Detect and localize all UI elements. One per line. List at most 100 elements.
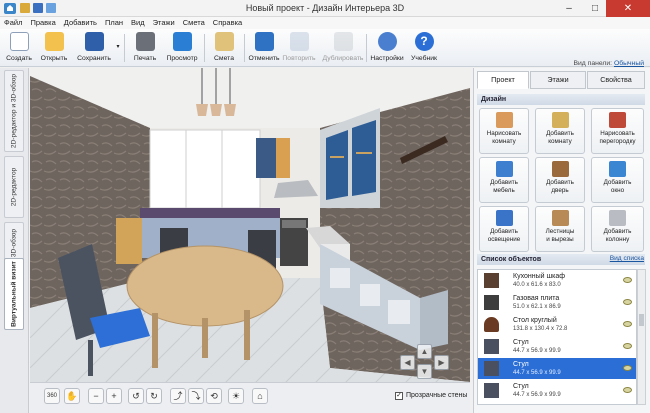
- add-lighting-button[interactable]: Добавить освещение: [479, 206, 529, 252]
- estimate-icon: [214, 32, 234, 51]
- rotate-left-icon[interactable]: ↺: [128, 388, 144, 404]
- save-button[interactable]: Сохранить: [74, 31, 114, 65]
- menu-floors[interactable]: Этажи: [149, 17, 179, 29]
- door-icon: [551, 161, 569, 177]
- nav-left-icon[interactable]: ◀: [400, 355, 415, 370]
- gear-icon: [377, 32, 397, 51]
- main-toolbar: Создать Открыть Сохранить ▾ Печать Просм…: [0, 29, 650, 67]
- menu-help[interactable]: Справка: [209, 17, 246, 29]
- list-view-toggle[interactable]: Вид списка: [610, 255, 644, 262]
- home-view-icon[interactable]: ⌂: [252, 388, 268, 404]
- visibility-eye-icon[interactable]: [623, 365, 632, 371]
- list-item[interactable]: Кухонный шкаф 40.0 x 61.6 x 83.0: [478, 270, 636, 291]
- visibility-eye-icon[interactable]: [623, 321, 632, 327]
- tilt-up-icon[interactable]: ⤴: [170, 388, 186, 404]
- list-item-selected[interactable]: Стул 44.7 x 56.9 x 99.9: [478, 358, 636, 379]
- redo-button[interactable]: Повторить: [282, 31, 316, 65]
- tab-2d-and-3d[interactable]: 2D-редактор и 3D-обзор: [4, 70, 24, 152]
- objects-list[interactable]: Кухонный шкаф 40.0 x 61.6 x 83.0 Газовая…: [477, 269, 637, 405]
- stairs-cutouts-button[interactable]: Лестницы и вырезы: [535, 206, 585, 252]
- toolbar-separator: [244, 34, 245, 62]
- list-item[interactable]: Газовая плита 51.0 x 62.1 x 86.9: [478, 292, 636, 313]
- panel-view-value[interactable]: Обычный: [614, 60, 644, 67]
- room-render: [30, 68, 470, 382]
- menu-plan[interactable]: План: [101, 17, 127, 29]
- monitor-icon: [172, 32, 192, 51]
- nav-up-icon[interactable]: ▲: [417, 344, 432, 359]
- duplicate-icon: [333, 32, 353, 51]
- menu-edit[interactable]: Правка: [26, 17, 59, 29]
- chair-icon: [495, 161, 513, 177]
- title-bar: Новый проект - Дизайн Интерьера 3D – □ ✕: [0, 0, 650, 17]
- open-button[interactable]: Открыть: [38, 31, 70, 65]
- tab-virtual-visit[interactable]: Виртуальный визит: [4, 258, 24, 330]
- table-thumbnail-icon: [484, 317, 499, 332]
- stove-thumbnail-icon: [484, 295, 499, 310]
- chair-thumbnail-icon: [484, 361, 499, 376]
- visibility-eye-icon[interactable]: [623, 343, 632, 349]
- menu-view[interactable]: Вид: [127, 17, 149, 29]
- add-column-button[interactable]: Добавить колонну: [591, 206, 644, 252]
- objects-scrollbar[interactable]: [637, 269, 646, 405]
- draw-partition-button[interactable]: Нарисовать перегородку: [591, 108, 644, 154]
- menu-file[interactable]: Файл: [0, 17, 26, 29]
- add-room-icon: [551, 112, 569, 128]
- draw-room-button[interactable]: Нарисовать комнату: [479, 108, 529, 154]
- lamp-icon: [495, 210, 513, 226]
- view-360-button[interactable]: 360: [44, 388, 60, 404]
- menu-estimate[interactable]: Смета: [179, 17, 209, 29]
- add-room-button[interactable]: Добавить комнату: [535, 108, 585, 154]
- undo-icon: [254, 32, 274, 51]
- undo-button[interactable]: Отменить: [248, 31, 280, 65]
- toolbar-separator: [124, 34, 125, 62]
- duplicate-button[interactable]: Дублировать: [322, 31, 364, 65]
- 3d-viewport[interactable]: ▲ ◀ ▶ ▼: [30, 68, 470, 382]
- scrollbar-thumb[interactable]: [639, 314, 644, 326]
- printer-icon: [135, 32, 155, 51]
- tab-properties[interactable]: Свойства: [587, 71, 645, 89]
- add-door-button[interactable]: Добавить дверь: [535, 157, 585, 203]
- tilt-down-icon[interactable]: ⤵: [188, 388, 204, 404]
- add-furniture-button[interactable]: Добавить мебель: [479, 157, 529, 203]
- nav-right-icon[interactable]: ▶: [434, 355, 449, 370]
- cabinet-thumbnail-icon: [484, 273, 499, 288]
- chair-thumbnail-icon: [484, 339, 499, 354]
- settings-button[interactable]: Настройки: [370, 31, 404, 65]
- visibility-eye-icon[interactable]: [623, 299, 632, 305]
- toolbar-separator: [204, 34, 205, 62]
- visibility-eye-icon[interactable]: [623, 277, 632, 283]
- list-item[interactable]: Стол круглый 131.8 x 130.4 x 72.8: [478, 314, 636, 335]
- list-item[interactable]: Стул 44.7 x 56.9 x 99.9: [478, 380, 636, 401]
- close-button[interactable]: ✕: [606, 0, 650, 17]
- maximize-button[interactable]: □: [582, 0, 608, 17]
- nav-down-icon[interactable]: ▼: [417, 364, 432, 379]
- window-title: Новый проект - Дизайн Интерьера 3D: [245, 3, 405, 13]
- tab-floors[interactable]: Этажи: [530, 71, 586, 89]
- design-section-header: Дизайн: [477, 94, 645, 105]
- toolbar-separator: [366, 34, 367, 62]
- tab-project[interactable]: Проект: [477, 71, 529, 89]
- tutorial-button[interactable]: ? Учебник: [408, 31, 440, 65]
- rotate-right-icon[interactable]: ↻: [146, 388, 162, 404]
- menu-add[interactable]: Добавить: [60, 17, 101, 29]
- print-button[interactable]: Печать: [130, 31, 160, 65]
- light-bulb-icon[interactable]: ☀: [228, 388, 244, 404]
- transparent-walls-checkbox[interactable]: ✓: [395, 392, 403, 400]
- right-panel: Проект Этажи Свойства Дизайн Нарисовать …: [473, 68, 650, 413]
- orbit-icon[interactable]: ⟲: [206, 388, 222, 404]
- zoom-in-icon[interactable]: +: [106, 388, 122, 404]
- estimate-button[interactable]: Смета: [210, 31, 238, 65]
- tab-2d-editor[interactable]: 2D-редактор: [4, 156, 24, 218]
- pan-hand-icon[interactable]: ✋: [64, 388, 80, 404]
- help-icon: ?: [414, 32, 434, 51]
- visibility-eye-icon[interactable]: [623, 387, 632, 393]
- zoom-out-icon[interactable]: −: [88, 388, 104, 404]
- create-button[interactable]: Создать: [4, 31, 34, 65]
- minimize-button[interactable]: –: [556, 0, 582, 17]
- list-item[interactable]: Стул 44.7 x 56.9 x 99.9: [478, 336, 636, 357]
- open-folder-icon: [44, 32, 64, 51]
- panel-view-selector[interactable]: Вид панели: Обычный: [573, 60, 644, 67]
- view-mode-tabs: 2D-редактор и 3D-обзор 2D-редактор 3D-об…: [0, 68, 29, 413]
- add-window-button[interactable]: Добавить окно: [591, 157, 644, 203]
- preview-button[interactable]: Просмотр: [166, 31, 198, 65]
